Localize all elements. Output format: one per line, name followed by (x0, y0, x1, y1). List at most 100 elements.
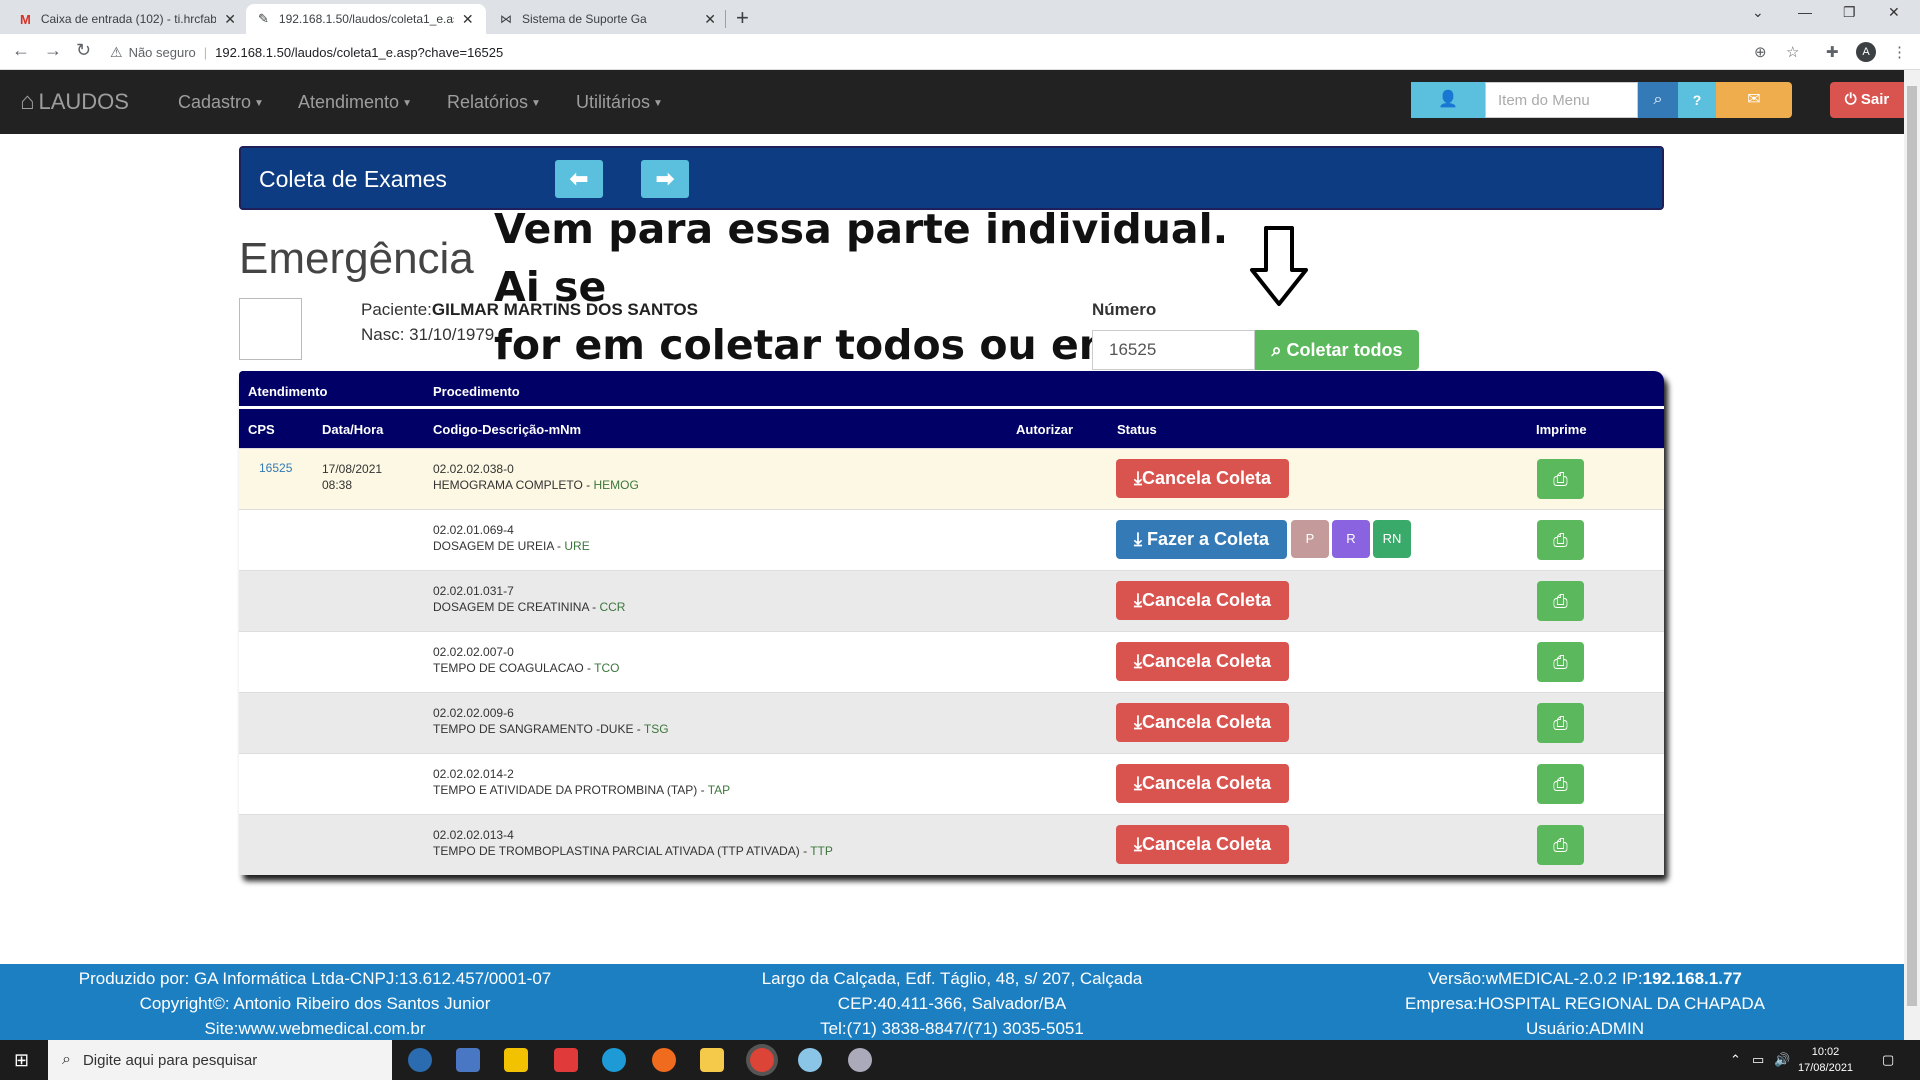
pill-p-button[interactable]: P (1291, 520, 1329, 558)
version-text: Versão:wMEDICAL-2.0.2 IP: (1428, 969, 1643, 988)
clock[interactable]: 10:02 17/08/2021 (1798, 1044, 1853, 1076)
print-button[interactable]: ⎙ (1537, 825, 1584, 865)
cancel-collect-button[interactable]: ⤓Cancela Coleta (1116, 642, 1289, 681)
app-icon[interactable] (408, 1048, 432, 1072)
table-row: 02.02.02.013-4 TEMPO DE TROMBOPLASTINA P… (239, 814, 1664, 875)
footer-line: Largo da Calçada, Edf. Táglio, 48, s/ 20… (761, 969, 1143, 988)
table-row: 02.02.02.009-6 TEMPO DE SANGRAMENTO -DUK… (239, 692, 1664, 753)
star-icon[interactable]: ☆ (1786, 43, 1799, 61)
address-bar[interactable]: ⚠ Não seguro | 192.168.1.50/laudos/colet… (110, 38, 1790, 66)
app-navbar: ⌂ LAUDOS Cadastro ▼ Atendimento ▼ Relatóri… (0, 70, 1904, 134)
cancel-collect-button[interactable]: ⤓Cancela Coleta (1116, 703, 1289, 742)
procedure-code: 02.02.02.009-6 (433, 706, 514, 720)
app-icon[interactable] (504, 1048, 528, 1072)
next-button[interactable]: ➡ (641, 160, 689, 198)
clock-date: 17/08/2021 (1798, 1062, 1854, 1074)
back-icon[interactable]: ← (12, 40, 30, 61)
close-icon[interactable]: ✕ (224, 11, 236, 28)
taskbar-search[interactable]: ⌕ Digite aqui para pesquisar (48, 1040, 392, 1080)
zoom-icon[interactable]: ⊕ (1754, 43, 1767, 61)
numero-field[interactable] (1092, 330, 1255, 370)
table-row: 02.02.02.007-0 TEMPO DE COAGULACAO - TCO… (239, 631, 1664, 692)
user-button[interactable]: 👤 (1411, 82, 1485, 118)
close-icon[interactable]: ✕ (704, 11, 716, 28)
print-button[interactable]: ⎙ (1537, 520, 1584, 560)
print-button[interactable]: ⎙ (1537, 581, 1584, 621)
mail-button[interactable]: ✉ (1716, 82, 1792, 118)
help-button[interactable]: ? (1678, 82, 1716, 118)
menu-search-input[interactable] (1485, 82, 1638, 118)
forward-icon[interactable]: → (44, 40, 62, 61)
prev-button[interactable]: ⬅ (555, 160, 603, 198)
menu-dots-icon[interactable]: ⋮ (1892, 43, 1907, 61)
reload-icon[interactable]: ↻ (76, 40, 91, 61)
menu-atendimento[interactable]: Atendimento ▼ (298, 92, 412, 113)
footer-line: CEP:40.411-366, Salvador/BA (837, 994, 1067, 1013)
volume-icon[interactable]: 🔊 (1774, 1052, 1790, 1068)
notification-icon[interactable]: ▢ (1882, 1052, 1894, 1068)
firefox-icon[interactable] (652, 1048, 676, 1072)
menu-utilitarios[interactable]: Utilitários ▼ (576, 92, 663, 113)
restore-icon[interactable]: ❐ (1843, 4, 1856, 21)
print-button[interactable]: ⎙ (1537, 459, 1584, 499)
brand-link[interactable]: ⌂ LAUDOS (20, 88, 129, 116)
search-button[interactable]: ⌕ (1638, 82, 1678, 118)
app-icon[interactable] (456, 1048, 480, 1072)
menu-cadastro[interactable]: Cadastro ▼ (178, 92, 264, 113)
close-icon[interactable]: ✕ (462, 11, 474, 28)
procedure: 02.02.01.069-4 DOSAGEM DE UREIA - URE (433, 522, 590, 554)
patient-birth: Nasc: 31/10/1979 (361, 325, 495, 344)
pill-r-button[interactable]: R (1332, 520, 1370, 558)
cancel-collect-button[interactable]: ⤓Cancela Coleta (1116, 825, 1289, 864)
app-icon[interactable] (848, 1048, 872, 1072)
network-icon[interactable]: ▭ (1752, 1052, 1764, 1068)
procedure: 02.02.02.014-2 TEMPO E ATIVIDADE DA PROT… (433, 766, 730, 798)
edge-icon[interactable] (602, 1048, 626, 1072)
do-collect-button[interactable]: ⤓ Fazer a Coleta (1116, 520, 1287, 559)
procedure-code: 02.02.01.069-4 (433, 523, 514, 537)
app-icon[interactable] (554, 1048, 578, 1072)
cancel-collect-button[interactable]: ⤓Cancela Coleta (1116, 459, 1289, 498)
procedure: 02.02.02.007-0 TEMPO DE COAGULACAO - TCO (433, 644, 619, 676)
print-button[interactable]: ⎙ (1537, 642, 1584, 682)
footer-line: Empresa:HOSPITAL REGIONAL DA CHAPADA (1405, 994, 1765, 1013)
cps-link[interactable]: 16525 (259, 461, 292, 475)
divider: | (203, 44, 208, 60)
chrome-icon[interactable] (750, 1048, 774, 1072)
download-icon: ⤓ (1133, 590, 1142, 610)
collect-all-button[interactable]: ⌕ Coletar todos (1255, 330, 1419, 370)
extensions-icon[interactable]: ✚ (1826, 43, 1839, 61)
new-tab-icon[interactable]: + (736, 5, 749, 31)
cancel-collect-button[interactable]: ⤓Cancela Coleta (1116, 581, 1289, 620)
tab-gmail[interactable]: M Caixa de entrada (102) - ti.hrcfab ✕ (8, 4, 248, 34)
search-icon: ⌕ (1653, 91, 1663, 108)
procedure-desc: TEMPO DE COAGULACAO - (433, 661, 595, 675)
vertical-scrollbar[interactable] (1904, 70, 1920, 1040)
exit-button[interactable]: ⏻ Sair (1830, 82, 1904, 118)
minimize-icon[interactable]: — (1798, 4, 1812, 20)
pill-rn-button[interactable]: RN (1373, 520, 1411, 558)
procedure-desc: TEMPO DE SANGRAMENTO -DUKE - (433, 722, 644, 736)
browser-tab-bar: M Caixa de entrada (102) - ti.hrcfab ✕ ✎… (0, 0, 1920, 34)
scrollbar-thumb[interactable] (1907, 86, 1917, 1006)
folder-icon[interactable] (700, 1048, 724, 1072)
tray-chevron-icon[interactable]: ⌃ (1730, 1052, 1741, 1068)
cancel-collect-button[interactable]: ⤓Cancela Coleta (1116, 764, 1289, 803)
status-label: Cancela Coleta (1141, 590, 1272, 610)
datetime: 17/08/2021 08:38 (322, 461, 382, 493)
exit-label: Sair (1860, 91, 1890, 108)
print-button[interactable]: ⎙ (1537, 703, 1584, 743)
tab-search-icon[interactable]: ⌄ (1752, 4, 1764, 21)
windows-start-icon[interactable]: ⊞ (14, 1050, 29, 1071)
window-close-icon[interactable]: ✕ (1888, 4, 1900, 21)
tab-suporte[interactable]: ⋈ Sistema de Suporte Ga ✕ (488, 4, 728, 34)
app-icon[interactable] (798, 1048, 822, 1072)
url-text[interactable]: 192.168.1.50/laudos/coleta1_e.asp?chave=… (215, 45, 503, 60)
search-icon: ⌕ (62, 1051, 71, 1068)
tab-coleta[interactable]: ✎ 192.168.1.50/laudos/coleta1_e.as ✕ (246, 4, 486, 34)
print-button[interactable]: ⎙ (1537, 764, 1584, 804)
tab-title: Caixa de entrada (102) - ti.hrcfab (40, 12, 217, 26)
footer-system: Versão:wMEDICAL-2.0.2 IP:192.168.1.77 Em… (1360, 966, 1810, 1041)
profile-avatar[interactable]: A (1856, 42, 1876, 62)
menu-relatorios[interactable]: Relatórios ▼ (447, 92, 541, 113)
